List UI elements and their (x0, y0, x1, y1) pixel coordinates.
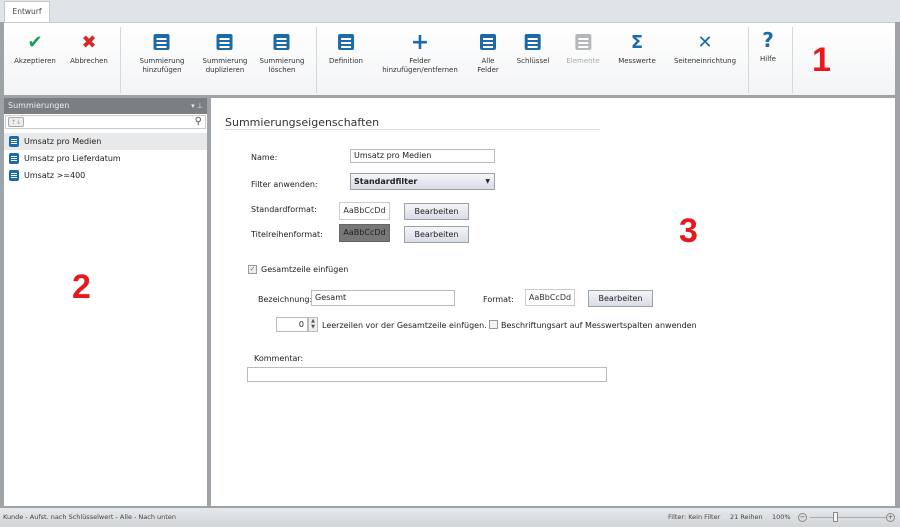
help-icon: ? (762, 27, 774, 52)
list-item[interactable]: Umsatz >=400 (4, 167, 207, 184)
divider (120, 27, 121, 93)
add-summary-icon (151, 31, 173, 53)
add-remove-fields-button[interactable]: + Felder hinzufügen/entfernen (382, 31, 458, 75)
edit-standard-format-button[interactable]: Bearbeiten (404, 203, 469, 220)
page-title: Summierungseigenschaften (225, 116, 380, 129)
comment-field[interactable] (247, 367, 607, 382)
measures-button[interactable]: Σ Messwerte (618, 31, 656, 66)
blank-rows-label: Leerzeilen vor der Gesamtzeile einfügen. (322, 321, 487, 330)
definition-button[interactable]: Definition (329, 31, 363, 66)
designation-label: Bezeichnung: (258, 295, 313, 304)
accept-button[interactable]: ✔ Akzeptieren (14, 31, 56, 66)
panel-title: Summierungen (8, 101, 70, 110)
standard-format-preview: AaBbCcDd (339, 202, 390, 220)
all-fields-button[interactable]: Alle Felder (477, 31, 499, 75)
comment-label: Kommentar: (254, 354, 304, 363)
elements-button[interactable]: Elemente (566, 31, 600, 66)
divider (748, 27, 749, 93)
zoom-out-icon[interactable]: − (798, 513, 807, 522)
properties-panel: Summierungseigenschaften Name: Umsatz pr… (211, 98, 895, 506)
annotation-3: 3 (679, 212, 698, 250)
tab-entwurf[interactable]: Entwurf (4, 1, 50, 23)
check-icon: ✔ (27, 31, 43, 53)
zoom-slider[interactable] (810, 517, 886, 518)
annotation-2: 2 (72, 268, 91, 306)
total-row-label: Gesamtzeile einfügen (261, 265, 349, 274)
blank-rows-stepper[interactable]: 0 (276, 317, 308, 332)
list-item[interactable]: Umsatz pro Medien (4, 133, 207, 150)
help-button[interactable]: ? Hilfe (757, 29, 779, 64)
standard-format-label: Standardformat: (251, 205, 317, 214)
page-setup-icon: ✕ (697, 31, 713, 53)
pin-icon[interactable]: ▾ ⊥ (191, 98, 203, 114)
cancel-button[interactable]: ✖ Abbrechen (70, 31, 108, 66)
all-fields-icon (477, 31, 499, 53)
stepper-arrows-icon[interactable]: ▲ ▼ (308, 317, 318, 332)
title-format-label: Titelreihenformat: (251, 230, 323, 239)
zoom-in-icon[interactable]: + (886, 513, 895, 522)
plus-icon: + (410, 29, 430, 55)
divider (316, 27, 317, 93)
caption-label: Beschriftungsart auf Messwertspalten anw… (501, 321, 697, 330)
summary-icon (9, 170, 19, 181)
sort-icon[interactable]: ↑↓ (8, 117, 24, 127)
definition-icon (335, 31, 357, 53)
delete-summary-icon (271, 31, 293, 53)
filter-select[interactable]: Standardfilter ▼ (350, 173, 495, 190)
ribbon: ✔ Akzeptieren ✖ Abbrechen Summierung hinzu… (4, 22, 895, 95)
list-item[interactable]: Umsatz pro Lieferdatum (4, 150, 207, 167)
add-summary-button[interactable]: Summierung hinzufügen (140, 31, 184, 75)
summary-icon (9, 136, 19, 147)
duplicate-summary-icon (214, 31, 236, 53)
annotation-1: 1 (812, 41, 831, 79)
summaries-panel: Summierungen ▾ ⊥ ↑↓ ⚲ Umsatz pro Medien U… (4, 98, 207, 506)
edit-total-format-button[interactable]: Bearbeiten (588, 290, 653, 307)
row-count: 21 Reihen (730, 513, 763, 521)
caption-checkbox[interactable] (489, 320, 498, 329)
chevron-down-icon: ▼ (485, 178, 490, 185)
format-label: Format: (483, 295, 514, 304)
name-field[interactable]: Umsatz pro Medien (350, 149, 495, 163)
elements-icon (572, 31, 594, 53)
panel-header: Summierungen ▾ ⊥ (4, 98, 207, 114)
duplicate-summary-button[interactable]: Summierung duplizieren (203, 31, 247, 75)
tab-strip: Entwurf (0, 0, 900, 23)
key-icon (522, 31, 544, 53)
sigma-icon: Σ (630, 31, 644, 53)
close-icon: ✖ (81, 31, 97, 53)
divider (792, 27, 793, 93)
delete-summary-button[interactable]: Summierung löschen (260, 31, 304, 75)
name-label: Name: (251, 153, 278, 162)
key-button[interactable]: Schlüssel (517, 31, 549, 66)
search-input[interactable]: ↑↓ ⚲ (5, 115, 206, 129)
divider (225, 129, 600, 130)
total-format-preview: AaBbCcDd (525, 289, 575, 306)
designation-field[interactable]: Gesamt (311, 290, 455, 306)
status-bar: Kunde - Aufst. nach Schlüsselwert - Alle… (0, 508, 900, 527)
page-setup-button[interactable]: ✕ Seiteneinrichtung (674, 31, 736, 66)
search-icon[interactable]: ⚲ (195, 116, 202, 127)
filter-status: Filter: Kein Filter (668, 513, 721, 521)
status-text: Kunde - Aufst. nach Schlüsselwert - Alle… (3, 513, 176, 521)
zoom-level: 100% (772, 513, 791, 521)
edit-title-format-button[interactable]: Bearbeiten (404, 226, 469, 243)
summary-icon (9, 153, 19, 164)
total-row-checkbox[interactable]: ✓ (248, 265, 257, 274)
zoom-slider-thumb[interactable] (833, 512, 838, 522)
title-format-preview: AaBbCcDd (339, 224, 390, 242)
filter-label: Filter anwenden: (251, 180, 318, 189)
